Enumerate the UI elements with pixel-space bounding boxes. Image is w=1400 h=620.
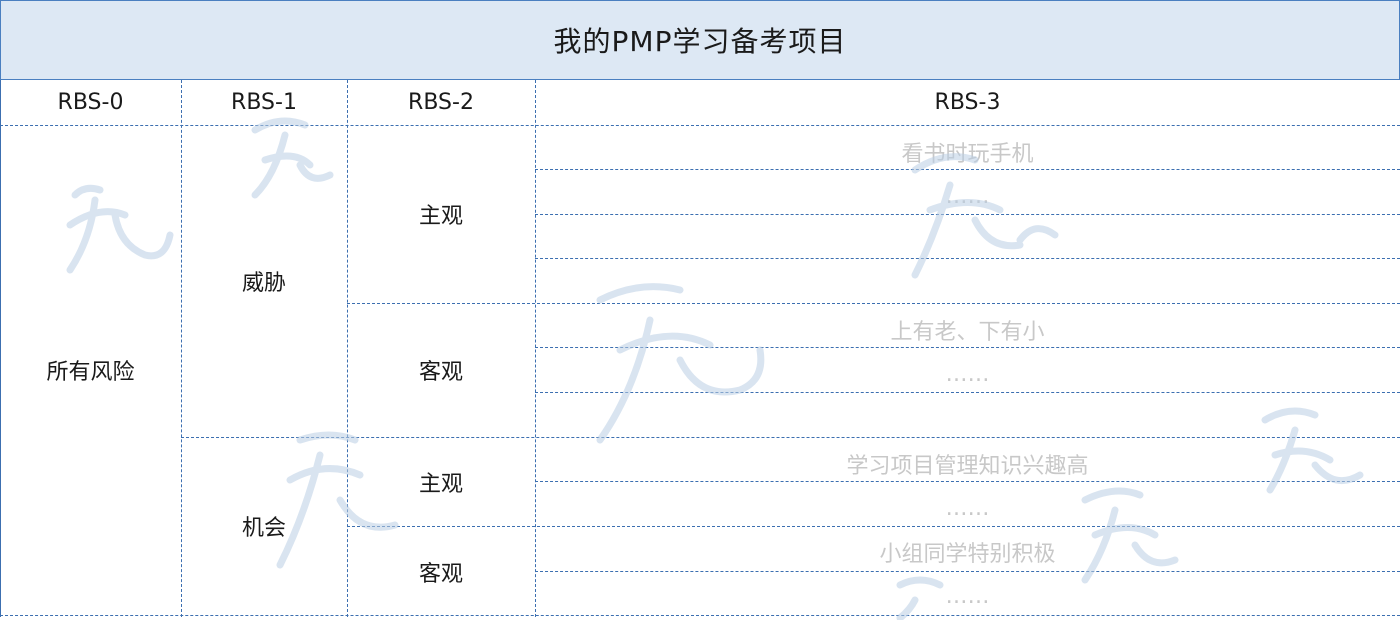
grid-line [0, 615, 1400, 616]
rbs3-item: …… [945, 362, 990, 387]
grid-line [535, 392, 1400, 393]
grid-line [535, 481, 1400, 482]
grid-line [535, 169, 1400, 170]
grid-line [535, 214, 1400, 215]
rbs1-threat: 威胁 [241, 271, 286, 296]
rbs3-item: 看书时玩手机 [901, 142, 1034, 167]
grid-line [347, 303, 1400, 304]
header-rbs-1: RBS-1 [231, 90, 297, 115]
rbs2-threat-objective: 客观 [418, 360, 463, 385]
rbs3-item: …… [945, 184, 990, 209]
rbs1-opportunity: 机会 [241, 516, 286, 541]
header-rbs-2: RBS-2 [408, 90, 474, 115]
grid-line [0, 125, 1400, 126]
table-title: 我的PMP学习备考项目 [0, 0, 1400, 80]
rbs2-threat-subjective: 主观 [418, 204, 463, 229]
grid-line [181, 437, 1400, 438]
grid-line [535, 258, 1400, 259]
risk-breakdown-table: 我的PMP学习备考项目 RBS-0 RBS-1 RBS-2 RBS-3 所有风险… [0, 0, 1400, 620]
rbs3-item: …… [945, 584, 990, 609]
grid-line [535, 347, 1400, 348]
grid-line [181, 80, 182, 617]
rbs2-opportunity-subjective: 主观 [418, 472, 463, 497]
rbs3-item: 上有老、下有小 [890, 320, 1045, 345]
rbs2-opportunity-objective: 客观 [418, 562, 463, 587]
grid-line [347, 80, 348, 617]
grid-line [0, 80, 1, 617]
rbs0-all-risks: 所有风险 [46, 360, 135, 385]
grid-line [347, 526, 1400, 527]
header-rbs-0: RBS-0 [57, 90, 124, 115]
grid-line [535, 571, 1400, 572]
rbs3-item: 学习项目管理知识兴趣高 [846, 454, 1089, 479]
rbs3-item: …… [945, 496, 990, 521]
header-rbs-3: RBS-3 [934, 90, 1001, 115]
grid-line [535, 80, 536, 617]
rbs3-item: 小组同学特别积极 [879, 542, 1056, 567]
